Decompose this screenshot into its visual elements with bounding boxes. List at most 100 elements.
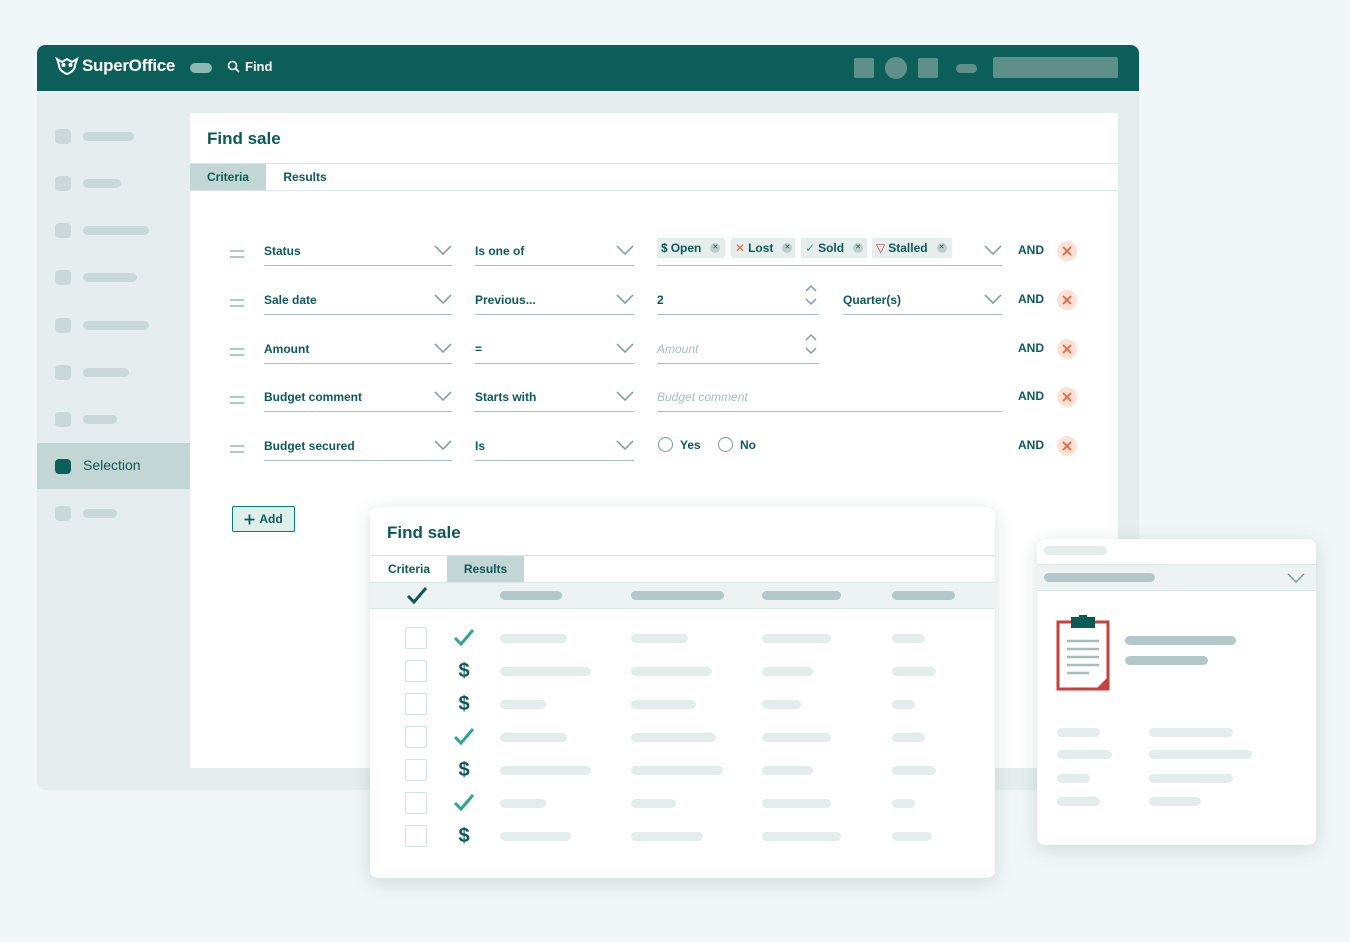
- tab-results[interactable]: Results: [270, 164, 340, 190]
- chip-remove-icon[interactable]: ✕: [782, 243, 793, 253]
- global-search-bar[interactable]: [993, 57, 1118, 78]
- chevron-down-icon: [616, 294, 634, 304]
- chip-remove-icon[interactable]: ✕: [710, 243, 721, 253]
- tab-criteria[interactable]: Criteria: [373, 556, 445, 582]
- sidebar-item-5[interactable]: [37, 302, 190, 348]
- budget-comment-placeholder: Budget comment: [657, 390, 748, 404]
- toolbar-button-2[interactable]: [918, 58, 938, 78]
- avatar-button[interactable]: [885, 57, 907, 79]
- results-tab-bar: Criteria Results: [370, 555, 995, 582]
- field-select[interactable]: Budget secured: [264, 435, 452, 461]
- row-checkbox[interactable]: [405, 825, 427, 847]
- add-criteria-button[interactable]: Add: [232, 506, 295, 532]
- row-checkbox[interactable]: [405, 726, 427, 748]
- field-select[interactable]: Sale date: [264, 289, 452, 315]
- chip-open[interactable]: $ Open ✕: [657, 238, 725, 258]
- operator-select[interactable]: Starts with: [475, 386, 634, 412]
- drag-handle-icon[interactable]: [230, 250, 244, 258]
- remove-row-button[interactable]: [1057, 241, 1077, 261]
- row-checkbox[interactable]: [405, 759, 427, 781]
- clipboard-icon: [1056, 615, 1110, 691]
- field-select[interactable]: Budget comment: [264, 386, 452, 412]
- drag-handle-icon[interactable]: [230, 445, 244, 453]
- column-header[interactable]: [762, 591, 841, 600]
- budget-comment-input[interactable]: Budget comment: [657, 386, 1002, 412]
- chip-remove-icon[interactable]: ✕: [936, 243, 947, 253]
- row-checkbox[interactable]: [405, 792, 427, 814]
- drag-handle-icon[interactable]: [230, 396, 244, 404]
- operator-select[interactable]: Is one of: [475, 240, 634, 266]
- amount-input[interactable]: Amount: [657, 334, 819, 364]
- radio-no[interactable]: No: [718, 437, 756, 452]
- chevron-down-icon: [434, 245, 452, 255]
- detail-field-value: [1149, 797, 1201, 806]
- menu-toggle[interactable]: [190, 63, 212, 73]
- table-cell: [500, 634, 567, 643]
- sidebar-item-2[interactable]: [37, 160, 190, 206]
- conjunction-label[interactable]: AND: [1018, 292, 1044, 306]
- operator-select[interactable]: Is: [475, 435, 634, 461]
- sidebar-item-selection[interactable]: Selection: [37, 443, 190, 489]
- conjunction-label[interactable]: AND: [1018, 341, 1044, 355]
- drag-handle-icon[interactable]: [230, 299, 244, 307]
- field-select[interactable]: Status: [264, 240, 452, 266]
- row-checkbox[interactable]: [405, 693, 427, 715]
- results-table-header: [370, 582, 995, 609]
- sidebar-item-4[interactable]: [37, 254, 190, 300]
- find-link[interactable]: Find: [227, 59, 272, 74]
- chevron-down-icon: [616, 343, 634, 353]
- detail-field-label: [1057, 797, 1100, 806]
- sidebar-item-1[interactable]: [37, 113, 190, 159]
- radio-yes[interactable]: Yes: [658, 437, 701, 452]
- detail-breadcrumb: [1044, 546, 1107, 555]
- stepper-arrows-icon[interactable]: [805, 284, 817, 308]
- remove-row-button[interactable]: [1057, 387, 1077, 407]
- select-all-check-icon[interactable]: [406, 586, 428, 606]
- sidebar-item-9[interactable]: [37, 490, 190, 536]
- results-title: Find sale: [387, 523, 461, 542]
- row-checkbox[interactable]: [405, 627, 427, 649]
- operator-label: Is one of: [475, 244, 525, 258]
- remove-row-button[interactable]: [1057, 339, 1077, 359]
- conjunction-label[interactable]: AND: [1018, 438, 1044, 452]
- quantity-stepper[interactable]: 2: [657, 285, 819, 315]
- toolbar-button-1[interactable]: [854, 58, 874, 78]
- detail-dropdown[interactable]: [1037, 564, 1316, 591]
- chip-lost[interactable]: ✕ Lost ✕: [731, 238, 795, 258]
- operator-select[interactable]: Previous...: [475, 289, 634, 315]
- close-icon: [1062, 295, 1072, 305]
- remove-row-button[interactable]: [1057, 436, 1077, 456]
- drag-handle-icon[interactable]: [230, 348, 244, 356]
- remove-row-button[interactable]: [1057, 290, 1077, 310]
- operator-select[interactable]: =: [475, 338, 634, 364]
- detail-field-label: [1057, 750, 1112, 759]
- amount-placeholder: Amount: [657, 342, 699, 356]
- toolbar-toggle[interactable]: [956, 64, 977, 73]
- column-header[interactable]: [892, 591, 955, 600]
- chip-stalled[interactable]: ▽ Stalled ✕: [872, 238, 952, 258]
- unit-select[interactable]: Quarter(s): [843, 289, 1002, 315]
- detail-card: [1037, 539, 1316, 845]
- tab-results[interactable]: Results: [447, 556, 524, 582]
- conjunction-label[interactable]: AND: [1018, 389, 1044, 403]
- chip-label: Open: [670, 241, 702, 255]
- row-checkbox[interactable]: [405, 660, 427, 682]
- table-cell: [500, 700, 546, 709]
- tab-criteria[interactable]: Criteria: [190, 164, 266, 190]
- column-header[interactable]: [631, 591, 724, 600]
- field-select[interactable]: Amount: [264, 338, 452, 364]
- sidebar-item-7[interactable]: [37, 396, 190, 442]
- table-cell: [892, 799, 915, 808]
- conjunction-label[interactable]: AND: [1018, 243, 1044, 257]
- sidebar-item-3[interactable]: [37, 207, 190, 253]
- stepper-arrows-icon[interactable]: [805, 333, 817, 357]
- chip-sold[interactable]: ✓ Sold ✕: [801, 238, 867, 258]
- column-header[interactable]: [500, 591, 562, 600]
- sidebar-item-6[interactable]: [37, 349, 190, 395]
- operator-label: =: [475, 342, 483, 356]
- logo[interactable]: SuperOffice: [55, 56, 175, 76]
- radio-circle[interactable]: [718, 437, 733, 452]
- chip-remove-icon[interactable]: ✕: [853, 243, 864, 253]
- table-cell: [762, 700, 801, 709]
- radio-circle[interactable]: [658, 437, 673, 452]
